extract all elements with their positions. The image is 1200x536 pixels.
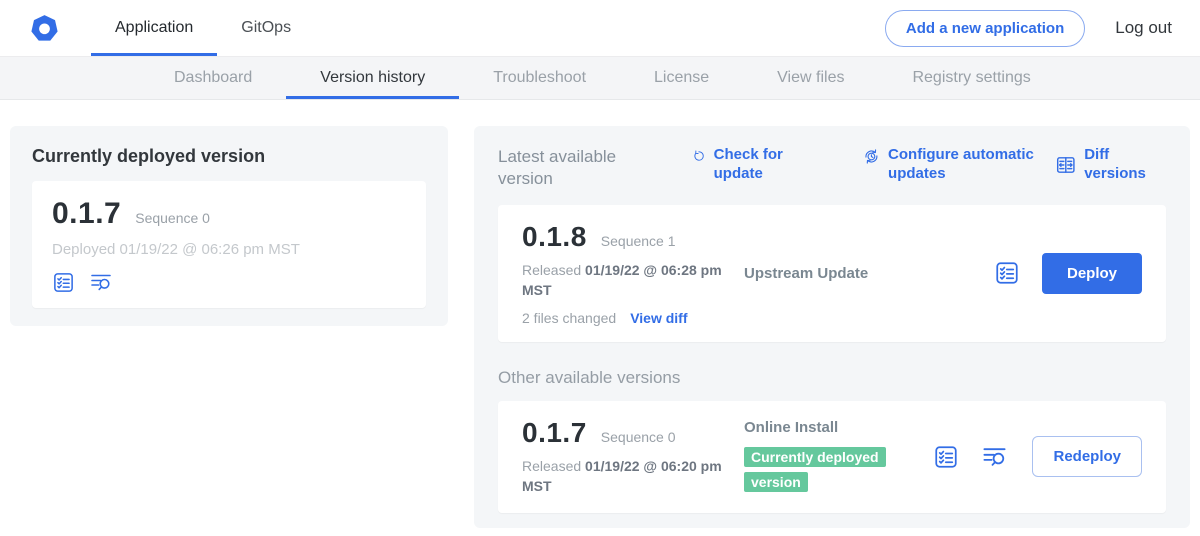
check-for-update-label: Check for update: [714, 146, 798, 184]
latest-sequence-label: Sequence 1: [601, 233, 676, 249]
subnav-tab-troubleshoot-label: Troubleshoot: [493, 69, 586, 87]
deployed-version-row: 0.1.7 Sequence 0: [52, 197, 406, 231]
configure-automatic-updates-button[interactable]: Configure automatic updates: [863, 146, 1054, 184]
subnav-tab-dashboard[interactable]: Dashboard: [140, 57, 286, 99]
currently-deployed-title: Currently deployed version: [32, 146, 426, 167]
app-logo[interactable]: [28, 0, 61, 56]
subnav-tab-version-history[interactable]: Version history: [286, 57, 459, 99]
tab-application[interactable]: Application: [91, 0, 217, 56]
other-version-number: 0.1.7: [522, 417, 587, 449]
latest-source-column: Upstream Update: [734, 265, 994, 282]
latest-source-label: Upstream Update: [744, 265, 994, 282]
redeploy-button[interactable]: Redeploy: [1032, 436, 1142, 477]
other-available-versions-heading: Other available versions: [498, 368, 1166, 388]
released-label: Released: [522, 458, 581, 474]
latest-released-line: Released 01/19/22 @ 06:28 pm MST: [522, 260, 734, 301]
view-diff-link[interactable]: View diff: [630, 310, 687, 326]
files-changed-row: 2 files changed View diff: [522, 310, 734, 326]
clock-refresh-icon: [863, 146, 880, 167]
top-tabs: Application GitOps: [91, 0, 315, 56]
latest-actions: Deploy: [994, 253, 1142, 294]
latest-version-number: 0.1.8: [522, 221, 587, 253]
deployed-timestamp: Deployed 01/19/22 @ 06:26 pm MST: [52, 241, 406, 258]
subnav-tab-dashboard-label: Dashboard: [174, 69, 252, 87]
other-released-line: Released 01/19/22 @ 06:20 pm MST: [522, 456, 734, 497]
available-versions-panel: Latest available version Check for updat…: [474, 126, 1190, 528]
subnav-tab-license[interactable]: License: [620, 57, 743, 99]
deploy-logs-icon[interactable]: [981, 443, 1008, 470]
released-label: Released: [522, 262, 581, 278]
subnav-tab-registry-settings-label: Registry settings: [912, 69, 1030, 87]
currently-deployed-panel: Currently deployed version 0.1.7 Sequenc…: [10, 126, 448, 326]
topnav-right-group: Add a new application Log out: [885, 0, 1172, 56]
configure-automatic-updates-label: Configure automatic updates: [888, 146, 1055, 184]
tab-gitops[interactable]: GitOps: [217, 0, 315, 56]
latest-version-card: 0.1.8 Sequence 1 Released 01/19/22 @ 06:…: [498, 205, 1166, 342]
deployed-version-number: 0.1.7: [52, 197, 121, 231]
deployed-version-card: 0.1.7 Sequence 0 Deployed 01/19/22 @ 06:…: [32, 181, 426, 308]
app-sub-navigation: Dashboard Version history Troubleshoot L…: [0, 56, 1200, 100]
subnav-tab-view-files[interactable]: View files: [743, 57, 878, 99]
preflight-checks-icon[interactable]: [994, 260, 1020, 286]
other-source-column: Online Install Currently deployed versio…: [734, 419, 933, 495]
subnav-tab-registry-settings[interactable]: Registry settings: [878, 57, 1064, 99]
preflight-checks-icon[interactable]: [933, 444, 959, 470]
other-sequence-label: Sequence 0: [601, 429, 676, 445]
check-for-update-button[interactable]: Check for update: [692, 146, 797, 184]
other-version-info: 0.1.7 Sequence 0 Released 01/19/22 @ 06:…: [522, 417, 734, 497]
available-versions-header: Latest available version Check for updat…: [498, 146, 1166, 190]
other-source-label: Online Install: [744, 419, 933, 436]
refresh-icon: [692, 146, 706, 166]
logout-link[interactable]: Log out: [1115, 18, 1172, 38]
add-new-application-button[interactable]: Add a new application: [885, 10, 1085, 47]
diff-versions-label: Diff versions: [1084, 146, 1166, 184]
other-actions: Redeploy: [933, 436, 1142, 477]
diff-versions-button[interactable]: Diff versions: [1055, 146, 1166, 184]
deployed-sequence-label: Sequence 0: [135, 210, 210, 226]
deployed-actions-row: [52, 270, 406, 294]
latest-version-info: 0.1.8 Sequence 1 Released 01/19/22 @ 06:…: [522, 221, 734, 326]
files-changed-label: 2 files changed: [522, 310, 616, 326]
deploy-button[interactable]: Deploy: [1042, 253, 1142, 294]
subnav-tab-troubleshoot[interactable]: Troubleshoot: [459, 57, 620, 99]
tab-gitops-label: GitOps: [241, 19, 291, 37]
currently-deployed-badge-wrap: Currently deployed version: [744, 445, 916, 495]
preflight-checks-icon[interactable]: [52, 271, 75, 294]
deploy-logs-icon[interactable]: [89, 270, 113, 294]
tab-application-label: Application: [115, 19, 193, 37]
diff-icon: [1055, 154, 1077, 176]
currently-deployed-badge: Currently deployed version: [744, 447, 886, 492]
subnav-tab-version-history-label: Version history: [320, 69, 425, 87]
latest-available-title: Latest available version: [498, 146, 648, 190]
subnav-tab-license-label: License: [654, 69, 709, 87]
other-version-card: 0.1.7 Sequence 0 Released 01/19/22 @ 06:…: [498, 401, 1166, 513]
subnav-tab-view-files-label: View files: [777, 69, 844, 87]
replicated-heptagon-icon: [28, 12, 61, 45]
top-navigation-bar: Application GitOps Add a new application…: [0, 0, 1200, 56]
main-content: Currently deployed version 0.1.7 Sequenc…: [0, 100, 1200, 528]
